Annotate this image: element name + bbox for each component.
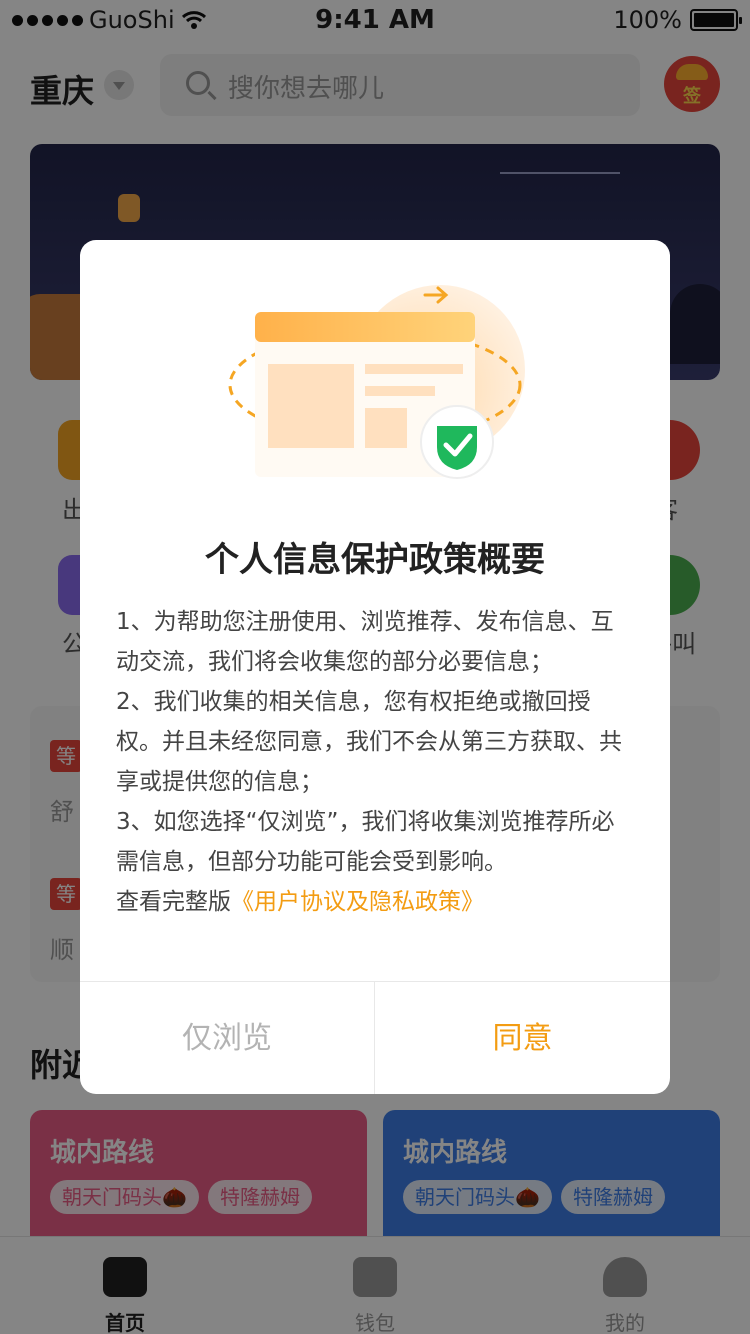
policy-paragraph: 2、我们收集的相关信息，您有权拒绝或撤回授权。并且未经您同意，我们不会从第三方获… [116,689,622,795]
privacy-policy-dialog: 个人信息保护政策概要 1、为帮助您注册使用、浏览推荐、发布信息、互动交流，我们将… [80,240,670,1094]
browse-only-button[interactable]: 仅浏览 [80,982,375,1094]
dialog-actions: 仅浏览 同意 [80,981,670,1094]
dialog-title: 个人信息保护政策概要 [205,540,545,580]
policy-paragraph: 1、为帮助您注册使用、浏览推荐、发布信息、互动交流，我们将会收集您的部分必要信息… [116,609,614,675]
policy-link-prefix: 查看完整版 [116,889,231,915]
policy-link-row: 查看完整版《用户协议及隐私政策》 [116,882,636,922]
policy-link[interactable]: 《用户协议及隐私政策》 [231,889,484,915]
policy-paragraph: 3、如您选择“仅浏览”，我们将收集浏览推荐所必需信息，但部分功能可能会受到影响。 [116,809,615,875]
dialog-body: 1、为帮助您注册使用、浏览推荐、发布信息、互动交流，我们将会收集您的部分必要信息… [116,602,636,922]
agree-button[interactable]: 同意 [375,982,670,1094]
privacy-illustration [228,285,525,479]
